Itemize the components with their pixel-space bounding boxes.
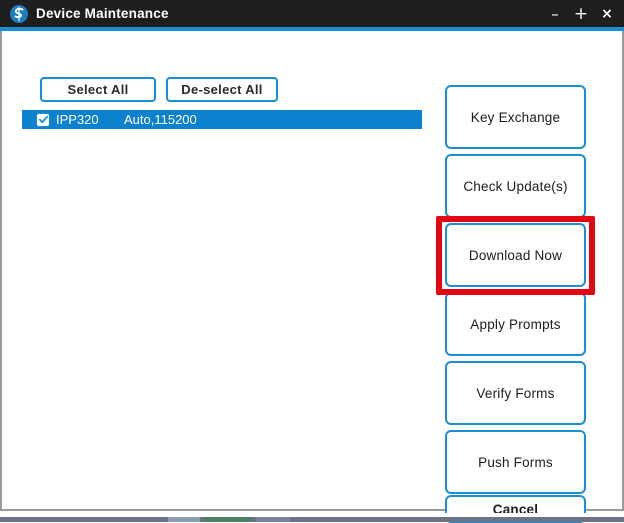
device-maintenance-window: Device Maintenance – + × Select All De-s… bbox=[0, 0, 624, 522]
maximize-icon[interactable]: + bbox=[568, 2, 594, 26]
list-item[interactable]: IPP320 Auto,115200 bbox=[22, 110, 422, 129]
select-all-button[interactable]: Select All bbox=[40, 77, 156, 102]
push-forms-button[interactable]: Push Forms bbox=[445, 430, 586, 494]
verify-forms-button[interactable]: Verify Forms bbox=[445, 361, 586, 425]
window-title: Device Maintenance bbox=[36, 6, 169, 21]
taskbar-item-2 bbox=[204, 517, 252, 522]
dialog-body: Select All De-select All IPP320 Auto,115… bbox=[0, 31, 624, 511]
desktop-taskbar-strip bbox=[0, 513, 624, 522]
close-icon[interactable]: × bbox=[594, 2, 620, 26]
taskbar-item-3 bbox=[256, 517, 290, 522]
device-connection: Auto,115200 bbox=[124, 112, 197, 127]
window-controls: – + × bbox=[542, 0, 620, 27]
device-checkbox[interactable] bbox=[36, 113, 50, 127]
minimize-icon[interactable]: – bbox=[542, 2, 568, 26]
app-logo-icon bbox=[8, 3, 30, 25]
taskbar-item-1 bbox=[168, 517, 200, 522]
apply-prompts-button[interactable]: Apply Prompts bbox=[445, 292, 586, 356]
title-bar: Device Maintenance – + × bbox=[0, 0, 624, 27]
device-list[interactable]: IPP320 Auto,115200 bbox=[22, 110, 422, 500]
device-name: IPP320 bbox=[56, 112, 124, 127]
deselect-all-button[interactable]: De-select All bbox=[166, 77, 278, 102]
download-now-button[interactable]: Download Now bbox=[445, 223, 586, 287]
key-exchange-button[interactable]: Key Exchange bbox=[445, 85, 586, 149]
taskbar-background bbox=[0, 517, 624, 522]
check-updates-button[interactable]: Check Update(s) bbox=[445, 154, 586, 218]
